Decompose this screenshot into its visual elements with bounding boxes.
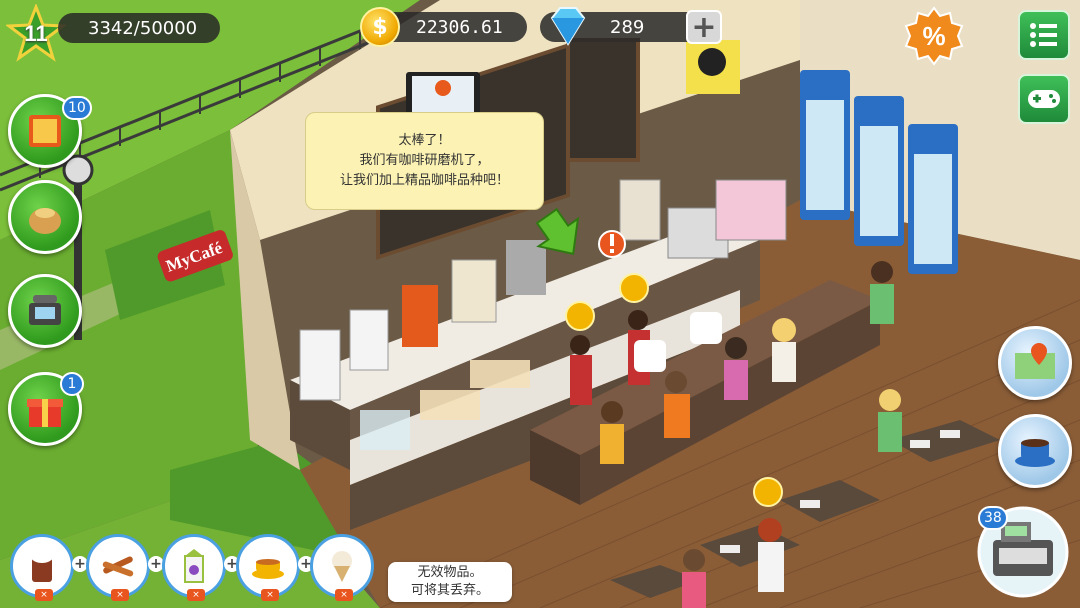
coin-text: 22306.61 bbox=[416, 16, 503, 38]
recipe-book-badge: 10 bbox=[62, 96, 92, 120]
xp-progress: 3342/50000 bbox=[58, 13, 220, 43]
tooltip-line-2: 可将其丢弃。 bbox=[410, 583, 489, 598]
diamond-icon bbox=[550, 7, 586, 46]
ice-cream-icon bbox=[332, 551, 352, 582]
gift-icon bbox=[27, 399, 63, 427]
discard-mark[interactable]: × bbox=[35, 589, 53, 601]
ingredients-button[interactable] bbox=[8, 180, 82, 254]
sale-percent-button[interactable]: % bbox=[904, 6, 964, 66]
tea-cup-icon bbox=[252, 559, 284, 579]
xp-text: 3342/50000 bbox=[88, 17, 198, 39]
speech-line-2: 我们有咖啡研磨机了， bbox=[359, 153, 490, 168]
gift-badge: 1 bbox=[60, 372, 84, 396]
map-button[interactable] bbox=[998, 326, 1072, 400]
speech-bubble[interactable]: 太棒了！ 我们有咖啡研磨机了， 让我们加上精品咖啡品种吧！ bbox=[305, 112, 544, 210]
speech-line-1: 太棒了！ bbox=[398, 133, 451, 148]
ingredient-ice-cream[interactable]: × bbox=[310, 534, 374, 601]
speech-line-3: 让我们加上精品咖啡品种吧！ bbox=[339, 173, 509, 188]
sack-icon bbox=[29, 208, 61, 234]
list-icon bbox=[1030, 23, 1057, 47]
register-badge: 38 bbox=[978, 506, 1008, 530]
discard-mark[interactable]: × bbox=[111, 589, 129, 601]
milk-carton-icon bbox=[184, 549, 204, 583]
menu-list-button[interactable] bbox=[1018, 10, 1070, 60]
book-icon bbox=[29, 115, 61, 147]
coin-icon: $ bbox=[360, 7, 400, 47]
player-level: 11 bbox=[24, 21, 48, 46]
games-button[interactable] bbox=[1018, 74, 1070, 124]
coffee-sell-button[interactable] bbox=[998, 414, 1072, 488]
buy-gems-button[interactable]: + bbox=[686, 10, 722, 45]
ingredient-tea-cup[interactable]: × bbox=[236, 534, 300, 601]
gem-text: 289 bbox=[610, 16, 645, 38]
ingredient-hot-chocolate[interactable]: × bbox=[10, 534, 74, 601]
map-pin-icon bbox=[1015, 343, 1055, 379]
svg-text:%: % bbox=[922, 21, 945, 51]
phone-button[interactable] bbox=[8, 274, 82, 348]
discard-mark[interactable]: × bbox=[261, 589, 279, 601]
discard-mark[interactable]: × bbox=[335, 589, 353, 601]
coffee-cup-icon bbox=[1015, 439, 1055, 467]
tooltip-line-1: 无效物品。 bbox=[417, 565, 483, 580]
cinnamon-icon bbox=[102, 556, 134, 577]
invalid-item-tooltip: 无效物品。 可将其丢弃。 bbox=[388, 562, 512, 602]
cafe-scene: MyCafé bbox=[0, 0, 1080, 608]
gamepad-icon bbox=[1028, 90, 1060, 108]
ingredient-cinnamon[interactable]: × bbox=[86, 534, 150, 601]
discard-mark[interactable]: × bbox=[187, 589, 205, 601]
ingredient-milk-carton[interactable]: × bbox=[162, 534, 226, 601]
hot-chocolate-icon bbox=[32, 553, 52, 582]
phone-icon bbox=[29, 295, 61, 325]
